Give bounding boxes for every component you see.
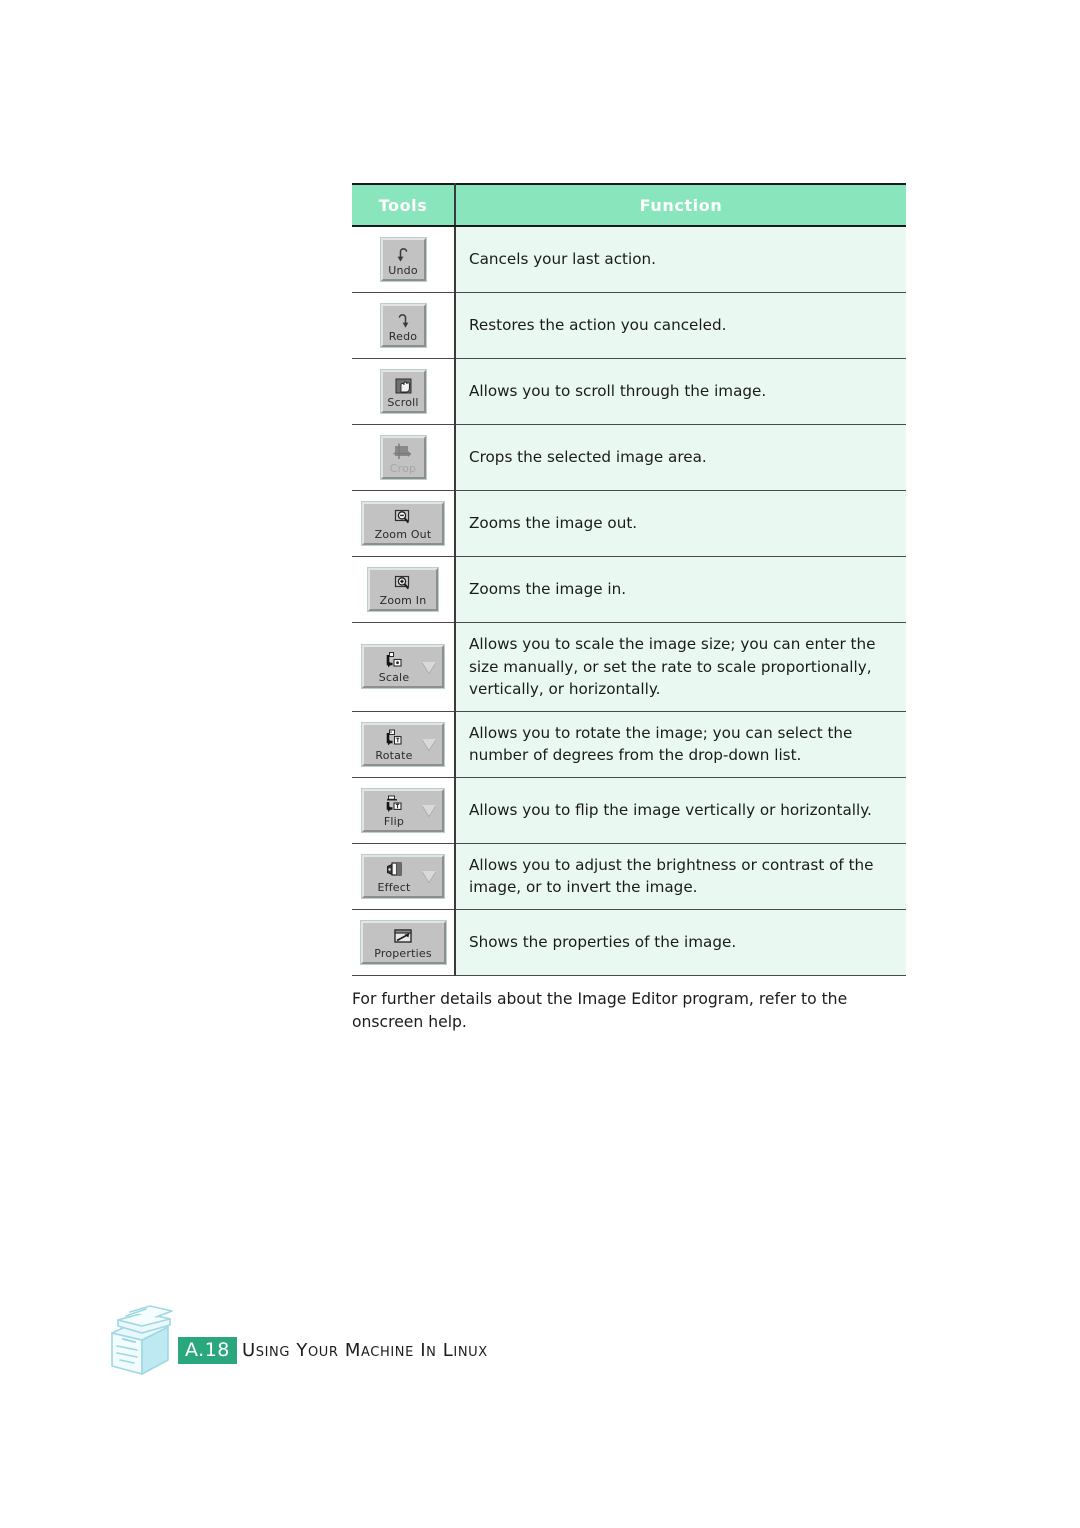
function-cell: Restores the action you canceled. <box>455 292 906 359</box>
rotate-image-icon <box>371 729 417 749</box>
toolbar-button-label: Effect <box>377 880 411 894</box>
table-header-row: Tools Function <box>352 183 906 227</box>
tool-cell-zoom-out: Zoom Out <box>352 490 456 557</box>
tool-cell-crop: Crop <box>352 424 456 491</box>
toolbar-button-label: Redo <box>388 330 418 343</box>
hand-scroll-icon <box>387 376 420 396</box>
toolbar-button-label: Rotate <box>375 748 413 762</box>
table-row: Undo Cancels your last action. <box>352 226 906 293</box>
toolbar-button-label: Scale <box>378 671 410 685</box>
redo-arrow-icon <box>387 310 420 330</box>
toolbar-button-undo[interactable]: Undo <box>380 238 426 281</box>
toolbar-button-properties[interactable]: Properties <box>360 920 446 964</box>
magnifier-minus-icon <box>368 508 438 528</box>
tool-cell-effect: Effect <box>352 843 456 910</box>
toolbar-button-rotate[interactable]: Rotate <box>362 722 444 766</box>
toolbar-button-redo[interactable]: Redo <box>380 304 426 347</box>
toolbar-button-label: Crop <box>389 462 417 475</box>
crop-icon <box>387 442 420 462</box>
function-cell: Allows you to scroll through the image. <box>455 358 906 425</box>
function-cell: Allows you to flip the image vertically … <box>455 777 906 844</box>
table-row: Flip Allows you to flip the image vertica… <box>352 777 906 844</box>
footer-chapter-title: Using Your Machine In Linux <box>242 1340 488 1361</box>
toolbar-button-label: Scroll <box>387 396 419 409</box>
toolbar-button-crop[interactable]: Crop <box>380 436 426 479</box>
image-editor-tools-table: Tools Function Undo Cancels your last act… <box>352 183 906 976</box>
table-body: Undo Cancels your last action. Redo Restore… <box>352 226 906 976</box>
toolbar-button-content: Scale <box>371 650 417 684</box>
function-cell: Cancels your last action. <box>455 226 906 293</box>
toolbar-button-label: Zoom In <box>379 594 427 607</box>
function-cell: Shows the properties of the image. <box>455 909 906 976</box>
function-cell: Allows you to adjust the brightness or c… <box>455 843 906 910</box>
magnifier-plus-icon <box>374 574 432 594</box>
chevron-down-icon[interactable] <box>422 739 436 750</box>
page-number-badge: A.18 <box>178 1337 237 1364</box>
toolbar-button-content: Rotate <box>371 728 417 762</box>
toolbar-button-flip[interactable]: Flip <box>362 788 444 832</box>
function-cell: Zooms the image in. <box>455 556 906 623</box>
toolbar-button-zoom-out[interactable]: Zoom Out <box>362 502 444 545</box>
toolbar-button-scroll[interactable]: Scroll <box>380 370 426 413</box>
table-row: Zoom In Zooms the image in. <box>352 556 906 623</box>
table-row: Scale Allows you to scale the image size;… <box>352 622 906 712</box>
function-cell: Allows you to scale the image size; you … <box>455 622 906 712</box>
toolbar-button-content: Flip <box>371 794 417 828</box>
flip-image-icon <box>371 795 417 815</box>
toolbar-button-label: Zoom Out <box>374 528 432 541</box>
effect-image-icon <box>371 861 417 881</box>
tool-cell-zoom-in: Zoom In <box>352 556 456 623</box>
onscreen-help-note: For further details about the Image Edit… <box>352 989 848 1031</box>
tool-cell-undo: Undo <box>352 226 456 293</box>
toolbar-button-content: Effect <box>371 860 417 894</box>
toolbar-button-scale[interactable]: Scale <box>362 645 444 689</box>
chevron-down-icon[interactable] <box>422 805 436 816</box>
toolbar-button-effect[interactable]: Effect <box>362 854 444 898</box>
table-row: Crop Crops the selected image area. <box>352 424 906 491</box>
table-row: Zoom Out Zooms the image out. <box>352 490 906 557</box>
tool-cell-scale: Scale <box>352 622 456 712</box>
chevron-down-icon[interactable] <box>422 871 436 882</box>
tool-cell-rotate: Rotate <box>352 711 456 778</box>
column-header-function: Function <box>455 183 906 227</box>
table-row: Rotate Allows you to rotate the image; yo… <box>352 711 906 778</box>
toolbar-button-label: Properties <box>374 946 432 960</box>
tool-cell-redo: Redo <box>352 292 456 359</box>
tool-cell-scroll: Scroll <box>352 358 456 425</box>
toolbar-button-label: Undo <box>388 264 418 277</box>
toolbar-button-label: Flip <box>383 814 405 828</box>
toolbar-button-zoom-in[interactable]: Zoom In <box>368 568 438 611</box>
table-row: Scroll Allows you to scroll through the i… <box>352 358 906 425</box>
tool-cell-properties: Properties <box>352 909 456 976</box>
function-cell: Allows you to rotate the image; you can … <box>455 711 906 778</box>
undo-arrow-icon <box>387 244 420 264</box>
function-cell: Zooms the image out. <box>455 490 906 557</box>
image-properties-icon <box>367 927 440 947</box>
multifunction-printer-illustration-icon <box>96 1300 184 1378</box>
scale-image-icon <box>371 651 417 671</box>
function-cell: Crops the selected image area. <box>455 424 906 491</box>
page-footer: A.18 Using Your Machine In Linux <box>96 1300 796 1390</box>
column-header-tools: Tools <box>352 183 456 227</box>
table-row: Properties Shows the properties of the im… <box>352 909 906 976</box>
table-row: Redo Restores the action you canceled. <box>352 292 906 359</box>
chevron-down-icon[interactable] <box>422 661 436 673</box>
table-row: Effect Allows you to adjust the brightnes… <box>352 843 906 910</box>
tool-cell-flip: Flip <box>352 777 456 844</box>
